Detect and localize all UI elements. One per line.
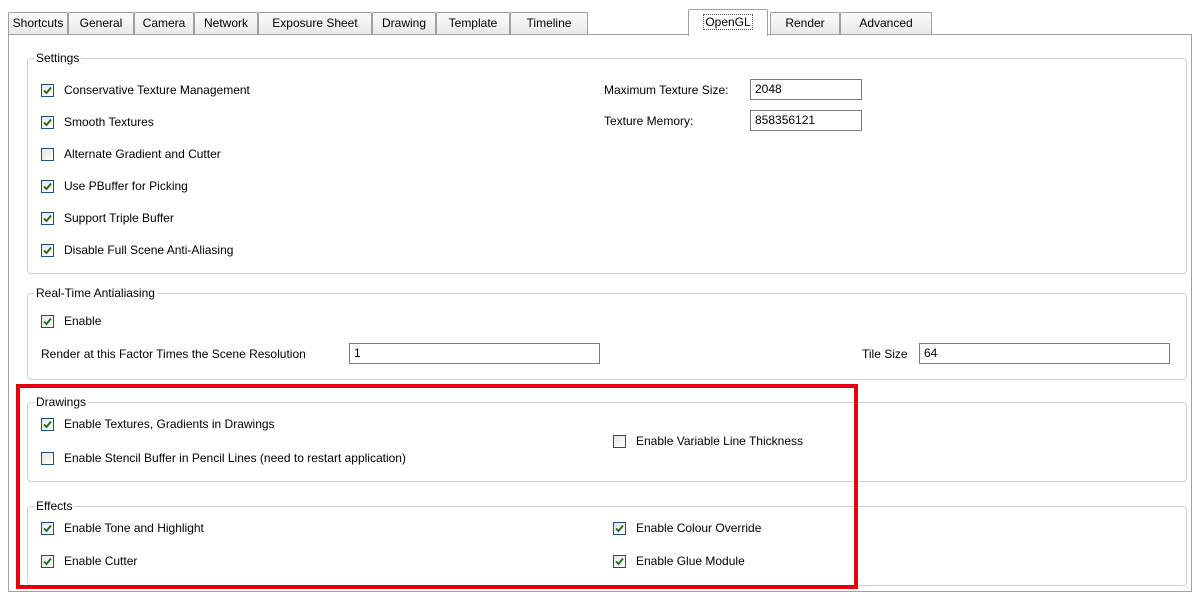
tab-template[interactable]: Template [436, 12, 510, 34]
tab-label: General [79, 16, 123, 30]
max-texture-label: Maximum Texture Size: [604, 83, 729, 97]
tab-label: OpenGL [703, 14, 753, 30]
tab-label: Timeline [526, 16, 572, 30]
checkbox-box[interactable] [41, 83, 54, 97]
settings-title: Settings [34, 51, 82, 65]
checkbox-box[interactable] [41, 314, 54, 328]
render-factor-label: Render at this Factor Times the Scene Re… [41, 347, 306, 361]
checkbox-box[interactable] [41, 147, 54, 161]
tab-label: Template [448, 16, 498, 30]
tab-camera[interactable]: Camera [134, 12, 194, 34]
tab-render[interactable]: Render [770, 12, 840, 34]
tile-size-input[interactable]: 64 [919, 343, 1170, 364]
tab-strip: Shortcuts General Camera Network Exposur… [8, 9, 1196, 36]
checkbox-label: Alternate Gradient and Cutter [64, 147, 221, 161]
pbuffer-picking-checkbox[interactable]: Use PBuffer for Picking [41, 177, 188, 195]
tab-network[interactable]: Network [194, 12, 258, 34]
checkbox-label: Disable Full Scene Anti-Aliasing [64, 243, 234, 257]
tile-size-label: Tile Size [862, 347, 908, 361]
realtime-enable-checkbox[interactable]: Enable [41, 312, 101, 330]
settings-group: Settings Conservative Texture Management… [27, 51, 1187, 274]
highlight-box [16, 384, 858, 589]
tab-label: Shortcuts [12, 16, 64, 30]
alternate-gradient-checkbox[interactable]: Alternate Gradient and Cutter [41, 145, 221, 163]
tab-label: Exposure Sheet [272, 16, 358, 30]
tab-label: Advanced [859, 16, 913, 30]
tab-advanced[interactable]: Advanced [840, 12, 932, 34]
tab-shortcuts[interactable]: Shortcuts [8, 12, 68, 34]
checkbox-box[interactable] [41, 115, 54, 129]
tab-label: Drawing [381, 16, 426, 30]
render-factor-input[interactable]: 1 [349, 343, 600, 364]
texture-memory-label: Texture Memory: [604, 114, 694, 128]
tab-opengl[interactable]: OpenGL [688, 9, 768, 36]
checkbox-box[interactable] [41, 211, 54, 225]
tab-drawing[interactable]: Drawing [372, 12, 436, 34]
checkbox-label: Smooth Textures [64, 115, 154, 129]
disable-antialiasing-checkbox[interactable]: Disable Full Scene Anti-Aliasing [41, 241, 233, 259]
checkbox-box[interactable] [41, 179, 54, 193]
tab-timeline[interactable]: Timeline [510, 12, 588, 34]
max-texture-input[interactable]: 2048 [750, 79, 862, 100]
checkbox-label: Conservative Texture Management [64, 83, 250, 97]
triple-buffer-checkbox[interactable]: Support Triple Buffer [41, 209, 174, 227]
checkbox-box[interactable] [41, 243, 54, 257]
checkbox-label: Support Triple Buffer [64, 211, 174, 225]
conservative-texture-checkbox[interactable]: Conservative Texture Management [41, 81, 250, 99]
tab-exposure-sheet[interactable]: Exposure Sheet [258, 12, 372, 34]
tab-general[interactable]: General [68, 12, 134, 34]
realtime-antialiasing-group: Real-Time Antialiasing Enable Render at … [27, 286, 1187, 380]
smooth-textures-checkbox[interactable]: Smooth Textures [41, 113, 154, 131]
checkbox-label: Enable [64, 314, 102, 328]
checkbox-label: Use PBuffer for Picking [64, 179, 188, 193]
tab-label: Render [785, 16, 825, 30]
tab-label: Network [203, 16, 248, 30]
tab-label: Camera [142, 16, 186, 30]
realtime-title: Real-Time Antialiasing [34, 286, 157, 300]
texture-memory-input[interactable]: 858356121 [750, 110, 862, 131]
